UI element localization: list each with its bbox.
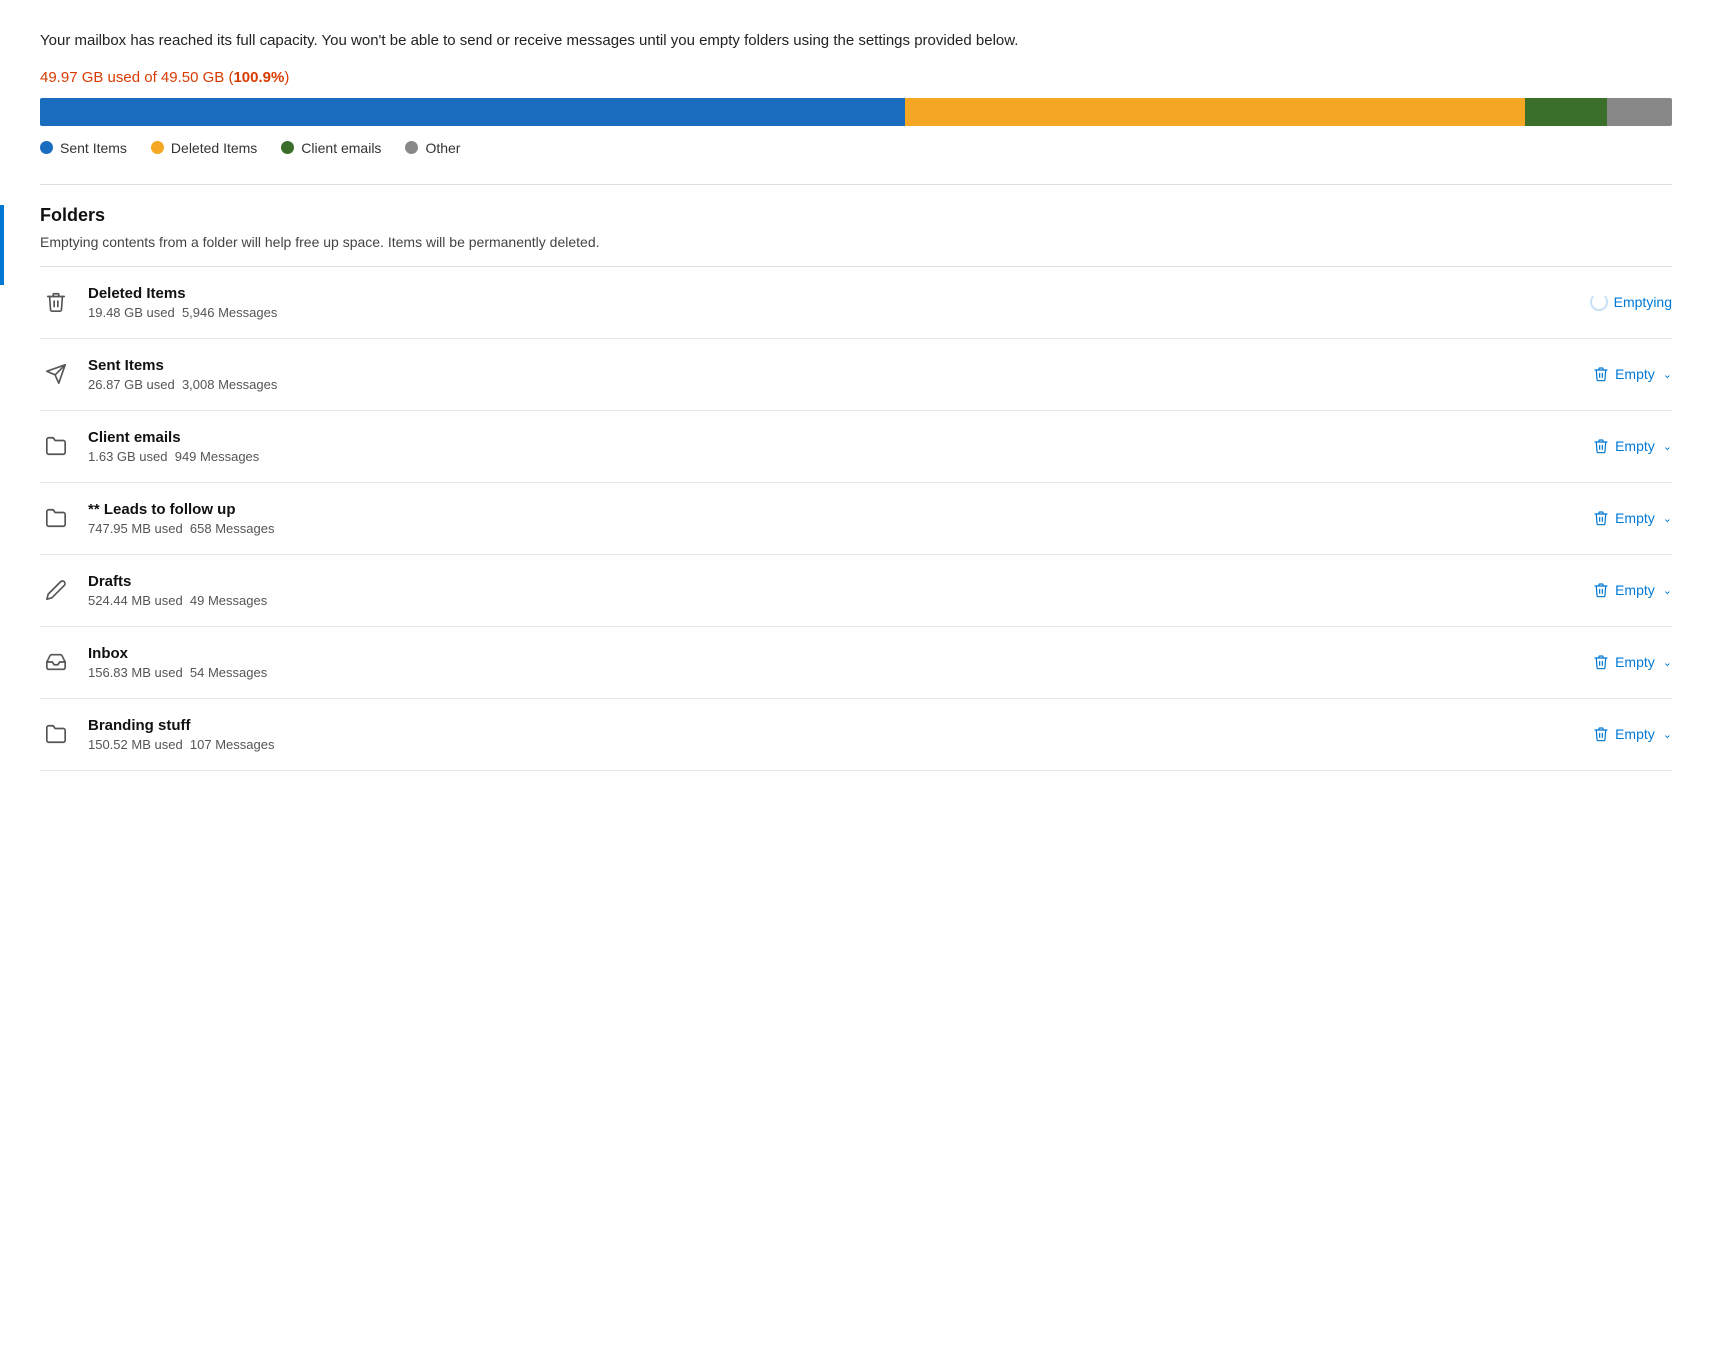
emptying-label: Emptying [1614, 294, 1672, 310]
legend-item-client: Client emails [281, 140, 381, 156]
legend-dot-client [281, 141, 294, 154]
folder-info-deleted: Deleted Items 19.48 GB used 5,946 Messag… [88, 285, 1546, 320]
folder-meta-sent: 26.87 GB used 3,008 Messages [88, 377, 1546, 392]
chevron-down-icon: ⌄ [1663, 512, 1672, 525]
pencil-icon [40, 574, 72, 606]
empty-label-inbox: Empty [1615, 654, 1655, 670]
segment-sent-items [40, 98, 905, 126]
usage-percent: 100.9% [233, 69, 284, 86]
legend-item-other: Other [405, 140, 460, 156]
empty-label-client: Empty [1615, 438, 1655, 454]
usage-amount: 49.97 GB used of 49.50 GB (100.9%) [40, 69, 289, 86]
trash-action-icon [1593, 726, 1609, 742]
trash-action-icon [1593, 366, 1609, 382]
legend-dot-deleted [151, 141, 164, 154]
folder-meta-branding: 150.52 MB used 107 Messages [88, 737, 1546, 752]
folder-meta-drafts: 524.44 MB used 49 Messages [88, 593, 1546, 608]
folder-meta-inbox: 156.83 MB used 54 Messages [88, 665, 1546, 680]
trash-action-icon [1593, 654, 1609, 670]
folder-icon-branding [40, 718, 72, 750]
empty-action-branding[interactable]: Empty ⌄ [1562, 726, 1672, 742]
send-icon [40, 358, 72, 390]
chevron-down-icon: ⌄ [1663, 656, 1672, 669]
segment-other [1607, 98, 1672, 126]
folder-list: Deleted Items 19.48 GB used 5,946 Messag… [40, 267, 1672, 771]
folder-icon-leads [40, 502, 72, 534]
empty-label-branding: Empty [1615, 726, 1655, 742]
folder-meta-deleted: 19.48 GB used 5,946 Messages [88, 305, 1546, 320]
folder-meta-leads: 747.95 MB used 658 Messages [88, 521, 1546, 536]
inbox-icon [40, 646, 72, 678]
legend-label-other: Other [425, 140, 460, 156]
spinner-icon [1590, 293, 1608, 311]
usage-line: 49.97 GB used of 49.50 GB (100.9%) [40, 69, 1672, 86]
list-item: Deleted Items 19.48 GB used 5,946 Messag… [40, 267, 1672, 339]
trash-action-icon [1593, 510, 1609, 526]
folder-name-client: Client emails [88, 429, 1546, 446]
empty-action-leads[interactable]: Empty ⌄ [1562, 510, 1672, 526]
list-item: Drafts 524.44 MB used 49 Messages Empty … [40, 555, 1672, 627]
chevron-down-icon: ⌄ [1663, 584, 1672, 597]
storage-progress-bar [40, 98, 1672, 126]
legend: Sent Items Deleted Items Client emails O… [40, 140, 1672, 156]
folder-info-sent: Sent Items 26.87 GB used 3,008 Messages [88, 357, 1546, 392]
list-item: Inbox 156.83 MB used 54 Messages Empty ⌄ [40, 627, 1672, 699]
empty-action-client[interactable]: Empty ⌄ [1562, 438, 1672, 454]
left-accent-bar [0, 205, 4, 285]
list-item: Client emails 1.63 GB used 949 Messages … [40, 411, 1672, 483]
chevron-down-icon: ⌄ [1663, 368, 1672, 381]
segment-deleted-items [905, 98, 1525, 126]
legend-label-deleted: Deleted Items [171, 140, 257, 156]
empty-label-leads: Empty [1615, 510, 1655, 526]
empty-action-sent[interactable]: Empty ⌄ [1562, 366, 1672, 382]
trash-icon [40, 286, 72, 318]
folder-info-client: Client emails 1.63 GB used 949 Messages [88, 429, 1546, 464]
trash-action-icon [1593, 438, 1609, 454]
list-item: Branding stuff 150.52 MB used 107 Messag… [40, 699, 1672, 771]
list-item: Sent Items 26.87 GB used 3,008 Messages … [40, 339, 1672, 411]
folder-name-leads: ** Leads to follow up [88, 501, 1546, 518]
chevron-down-icon: ⌄ [1663, 440, 1672, 453]
chevron-down-icon: ⌄ [1663, 728, 1672, 741]
legend-dot-sent [40, 141, 53, 154]
main-container: Your mailbox has reached its full capaci… [0, 0, 1712, 801]
folder-icon-client [40, 430, 72, 462]
top-divider [40, 184, 1672, 185]
folder-name-deleted: Deleted Items [88, 285, 1546, 302]
folder-name-drafts: Drafts [88, 573, 1546, 590]
folder-info-inbox: Inbox 156.83 MB used 54 Messages [88, 645, 1546, 680]
legend-item-deleted: Deleted Items [151, 140, 257, 156]
folders-title: Folders [40, 205, 1672, 226]
legend-dot-other [405, 141, 418, 154]
legend-item-sent: Sent Items [40, 140, 127, 156]
folder-info-leads: ** Leads to follow up 747.95 MB used 658… [88, 501, 1546, 536]
empty-label-sent: Empty [1615, 366, 1655, 382]
folder-meta-client: 1.63 GB used 949 Messages [88, 449, 1546, 464]
legend-label-client: Client emails [301, 140, 381, 156]
folder-name-sent: Sent Items [88, 357, 1546, 374]
trash-action-icon [1593, 582, 1609, 598]
segment-client-emails [1525, 98, 1607, 126]
empty-action-deleted[interactable]: Emptying [1562, 293, 1672, 311]
empty-action-inbox[interactable]: Empty ⌄ [1562, 654, 1672, 670]
list-item: ** Leads to follow up 747.95 MB used 658… [40, 483, 1672, 555]
folder-info-drafts: Drafts 524.44 MB used 49 Messages [88, 573, 1546, 608]
empty-label-drafts: Empty [1615, 582, 1655, 598]
folders-section: Folders Emptying contents from a folder … [40, 205, 1672, 771]
empty-action-drafts[interactable]: Empty ⌄ [1562, 582, 1672, 598]
warning-text: Your mailbox has reached its full capaci… [40, 30, 1672, 53]
folder-name-branding: Branding stuff [88, 717, 1546, 734]
folder-name-inbox: Inbox [88, 645, 1546, 662]
folders-description: Emptying contents from a folder will hel… [40, 234, 1672, 267]
folder-info-branding: Branding stuff 150.52 MB used 107 Messag… [88, 717, 1546, 752]
legend-label-sent: Sent Items [60, 140, 127, 156]
